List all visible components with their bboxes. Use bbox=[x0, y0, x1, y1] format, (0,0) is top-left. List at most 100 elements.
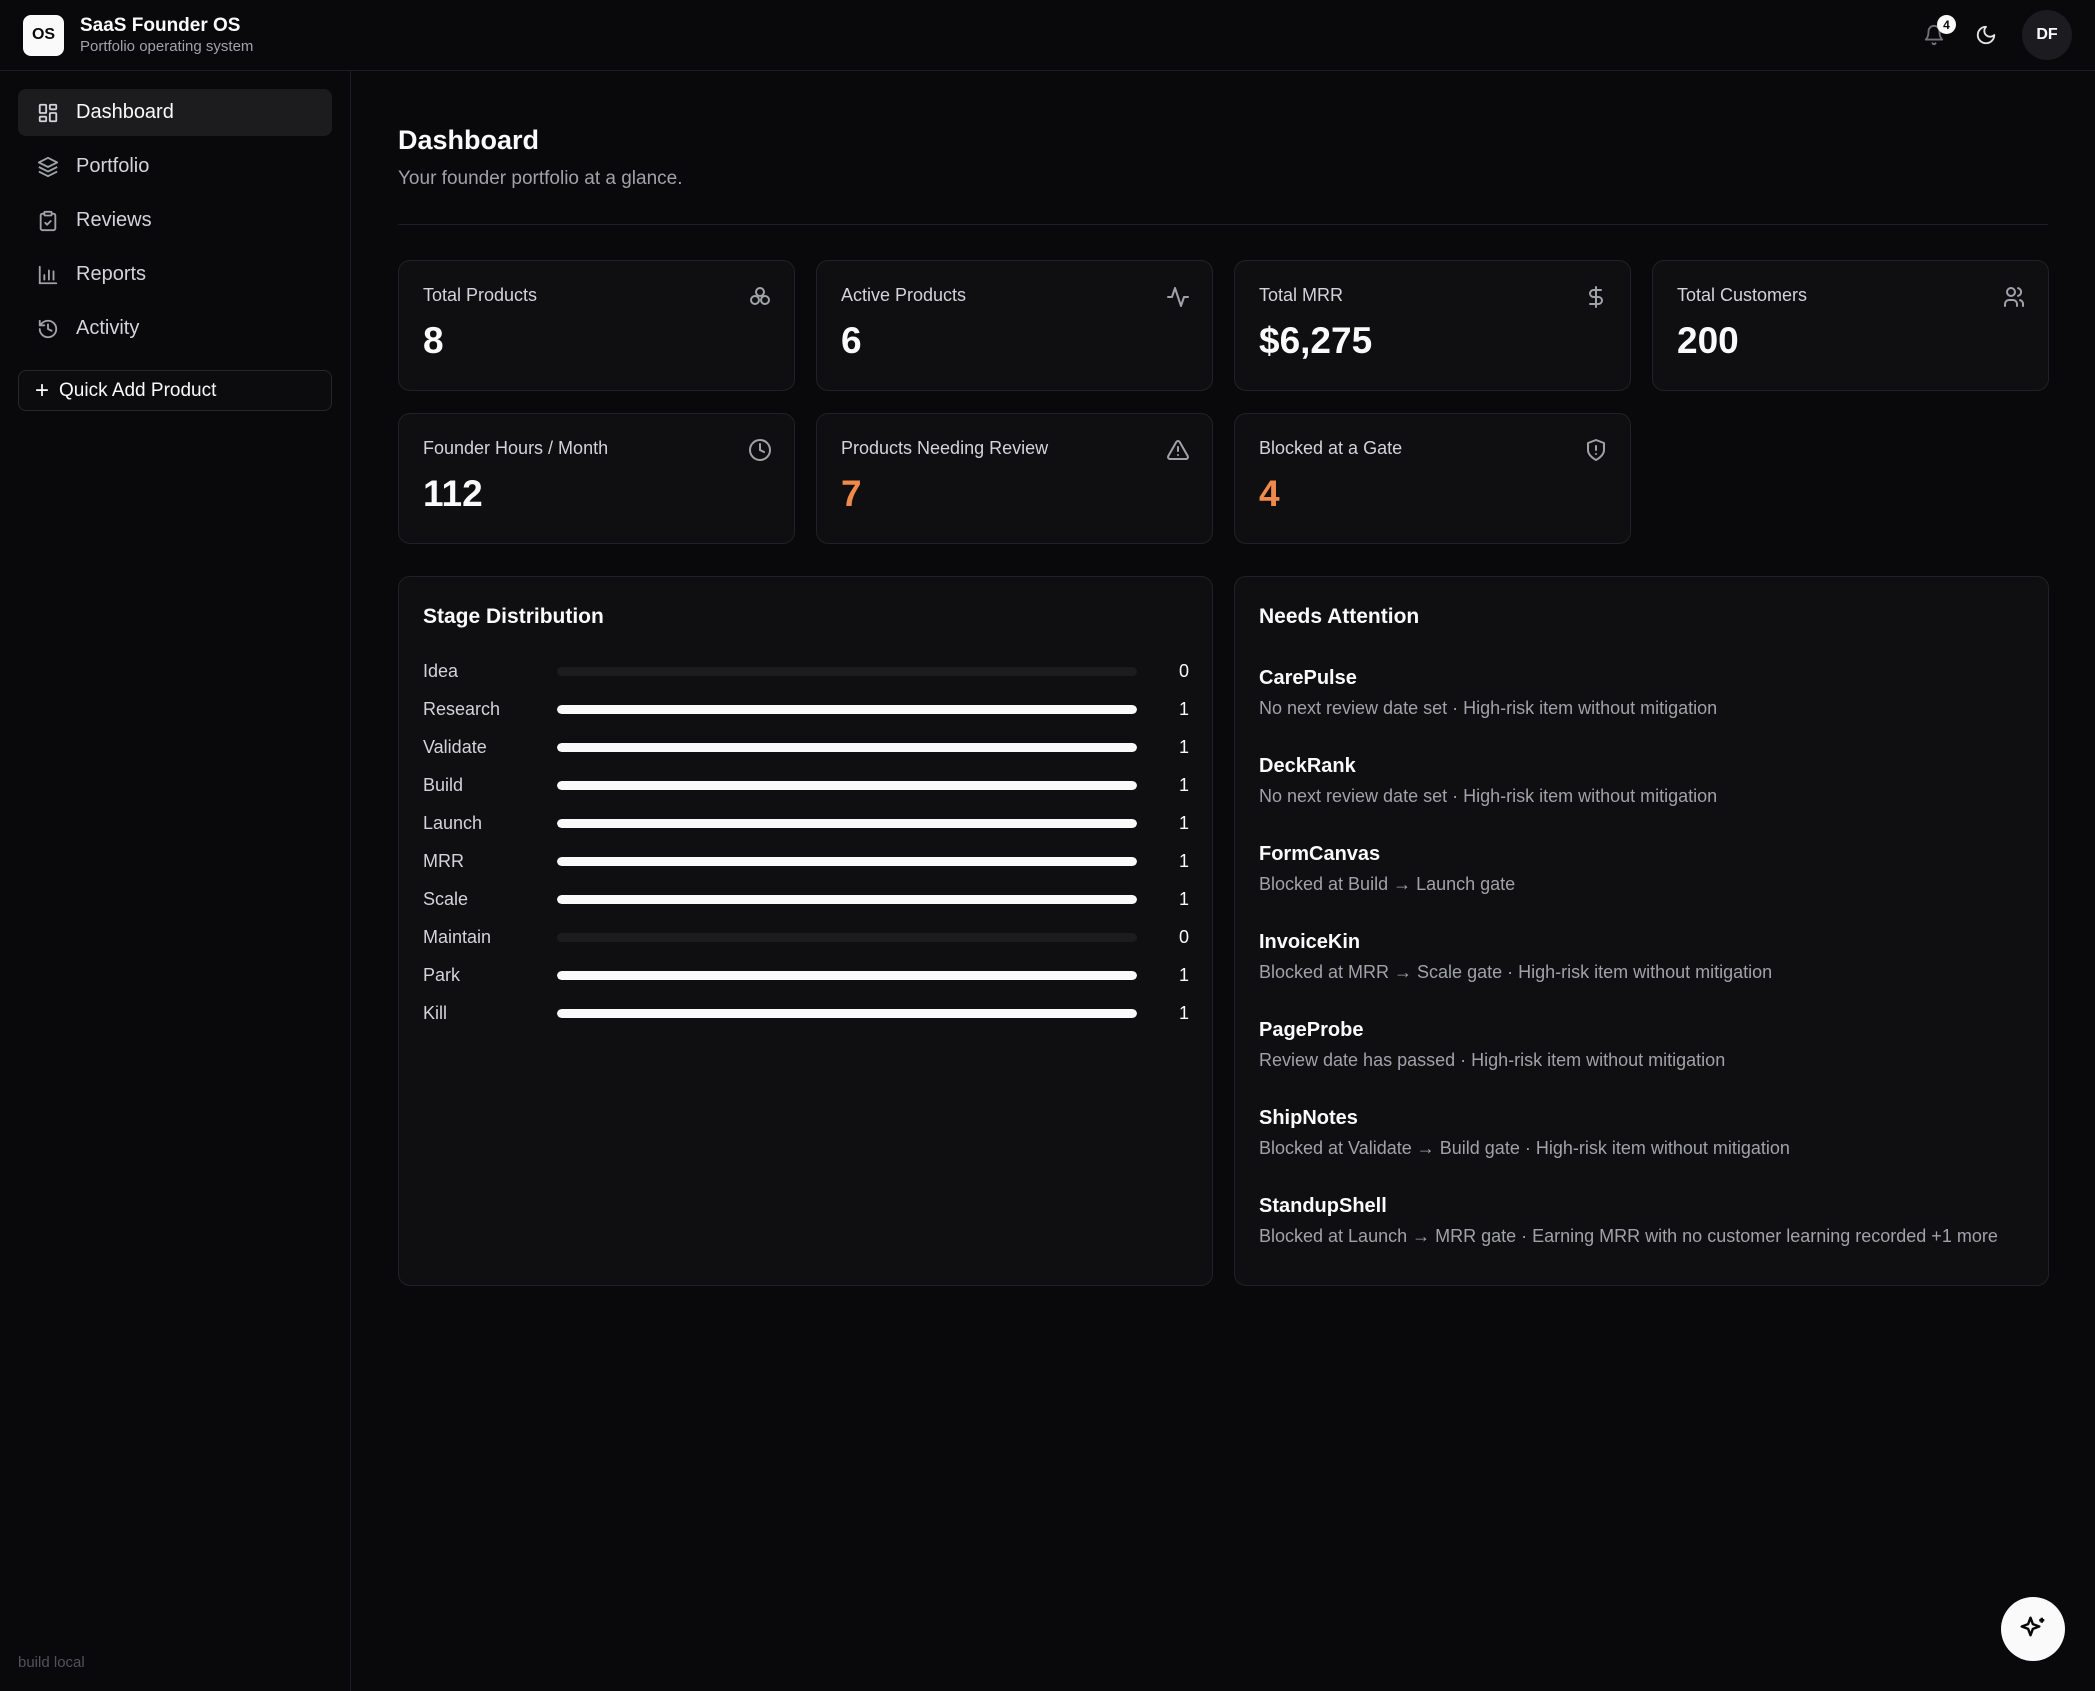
quick-add-product-button[interactable]: + Quick Add Product bbox=[18, 370, 332, 411]
stage-bar-track bbox=[557, 742, 1137, 752]
divider bbox=[398, 224, 2048, 225]
stage-bar-track bbox=[557, 932, 1137, 942]
app-title: SaaS Founder OS bbox=[80, 15, 241, 36]
app-subtitle: Portfolio operating system bbox=[80, 38, 254, 55]
sidebar-item-portfolio[interactable]: Portfolio bbox=[18, 143, 332, 190]
needs-attention-panel: Needs Attention CarePulse No next review … bbox=[1234, 576, 2049, 1286]
stage-distribution-panel: Stage Distribution Idea 0 Research 1 Validat… bbox=[398, 576, 1213, 1286]
stat-label: Active Products bbox=[841, 285, 967, 305]
stat-label: Total Customers bbox=[1677, 285, 1808, 305]
attention-item-description: Blocked at Build → Launch gate bbox=[1259, 874, 1516, 894]
stage-label: Park bbox=[423, 964, 461, 985]
stat-card-founder-hours: Founder Hours / Month 112 bbox=[398, 413, 795, 544]
attention-item[interactable]: ShipNotes Blocked at Validate → Build gat… bbox=[1259, 1105, 1790, 1159]
sidebar-item-label: Reviews bbox=[76, 209, 152, 231]
stat-label: Founder Hours / Month bbox=[423, 438, 609, 458]
stat-label: Total Products bbox=[423, 285, 538, 305]
stage-row: Scale 1 bbox=[423, 880, 1189, 918]
dashboard-icon bbox=[36, 101, 60, 125]
stage-count: 1 bbox=[1178, 888, 1189, 909]
notification-badge: 4 bbox=[1937, 15, 1956, 34]
stage-row: Park 1 bbox=[423, 956, 1189, 994]
stage-bar-fill bbox=[557, 894, 1137, 904]
stage-label: Validate bbox=[423, 736, 487, 757]
attention-item[interactable]: PageProbe Review date has passed · High-r… bbox=[1259, 1017, 1725, 1071]
sidebar-item-reports[interactable]: Reports bbox=[18, 251, 332, 298]
brand: SaaS Founder OS Portfolio operating syst… bbox=[80, 14, 253, 56]
user-avatar[interactable]: DF bbox=[2022, 10, 2072, 60]
stat-label: Total MRR bbox=[1259, 285, 1344, 305]
activity-icon bbox=[1167, 287, 1189, 307]
users-icon bbox=[2004, 287, 2025, 307]
attention-item-name: PageProbe bbox=[1259, 1019, 1364, 1041]
attention-item-description: Review date has passed · High-risk item … bbox=[1259, 1050, 1726, 1070]
notifications-button[interactable]: 4 bbox=[1918, 15, 1956, 51]
attention-item[interactable]: CarePulse No next review date set · High-… bbox=[1259, 665, 1717, 719]
stage-bar-track bbox=[557, 780, 1137, 790]
boxes-icon bbox=[750, 287, 770, 305]
top-bar: OS SaaS Founder OS Portfolio operating s… bbox=[0, 0, 2095, 71]
stage-count: 0 bbox=[1178, 660, 1189, 681]
top-actions: 4 DF bbox=[1918, 10, 2072, 60]
attention-item-description: Blocked at Launch → MRR gate · Earning M… bbox=[1259, 1226, 1998, 1246]
stage-count: 1 bbox=[1178, 1002, 1189, 1023]
stage-bar-fill bbox=[557, 780, 1137, 790]
alert-triangle-icon bbox=[1167, 440, 1189, 460]
attention-item[interactable]: FormCanvas Blocked at Build → Launch gate bbox=[1259, 841, 1515, 895]
stat-label: Products Needing Review bbox=[841, 438, 1049, 458]
stage-count: 1 bbox=[1178, 698, 1189, 719]
panel-title: Needs Attention bbox=[1259, 605, 1420, 628]
dollar-icon bbox=[1589, 286, 1603, 308]
stage-bar-fill bbox=[557, 704, 1137, 714]
stat-value: 112 bbox=[423, 473, 483, 514]
stage-label: Research bbox=[423, 698, 501, 719]
plus-icon: + bbox=[35, 376, 50, 404]
stage-count: 1 bbox=[1178, 850, 1189, 871]
stage-label: Build bbox=[423, 774, 464, 795]
sidebar-item-dashboard[interactable]: Dashboard bbox=[18, 89, 332, 136]
stage-row: MRR 1 bbox=[423, 842, 1189, 880]
attention-item-name: StandupShell bbox=[1259, 1195, 1387, 1217]
stage-label: Kill bbox=[423, 1002, 448, 1023]
stage-count: 1 bbox=[1178, 736, 1189, 757]
stat-value: 200 bbox=[1677, 320, 1739, 361]
stage-row: Build 1 bbox=[423, 766, 1189, 804]
attention-item[interactable]: DeckRank No next review date set · High-r… bbox=[1259, 753, 1717, 807]
stage-row: Kill 1 bbox=[423, 994, 1189, 1032]
stage-row: Research 1 bbox=[423, 690, 1189, 728]
sidebar-item-label: Portfolio bbox=[76, 155, 150, 177]
attention-item[interactable]: InvoiceKin Blocked at MRR → Scale gate · … bbox=[1259, 929, 1772, 983]
page-title: Dashboard bbox=[398, 125, 540, 155]
stage-label: Launch bbox=[423, 812, 483, 833]
sidebar-item-label: Dashboard bbox=[76, 101, 174, 123]
sidebar-item-reviews[interactable]: Reviews bbox=[18, 197, 332, 244]
theme-toggle-button[interactable] bbox=[1970, 19, 2002, 51]
stat-value: 4 bbox=[1259, 473, 1280, 514]
sidebar-item-label: Reports bbox=[76, 263, 147, 285]
stage-bar-track bbox=[557, 818, 1137, 828]
attention-item-description: Blocked at Validate → Build gate · High-… bbox=[1259, 1138, 1790, 1158]
attention-item-name: InvoiceKin bbox=[1259, 931, 1361, 953]
stat-card-active-products: Active Products 6 bbox=[816, 260, 1213, 391]
clipboard-check-icon bbox=[36, 209, 60, 233]
stat-card-blocked-at-gate: Blocked at a Gate 4 bbox=[1234, 413, 1631, 544]
stat-label: Blocked at a Gate bbox=[1259, 438, 1403, 458]
attention-item[interactable]: StandupShell Blocked at Launch → MRR gate… bbox=[1259, 1193, 1998, 1247]
sidebar-item-label: Activity bbox=[76, 317, 140, 339]
ai-assistant-button[interactable] bbox=[2001, 1597, 2065, 1661]
stage-bar-track bbox=[557, 704, 1137, 714]
attention-item-description: No next review date set · High-risk item… bbox=[1259, 698, 1718, 718]
stage-bar-fill bbox=[557, 970, 1137, 980]
stage-bar-track bbox=[557, 856, 1137, 866]
attention-item-name: CarePulse bbox=[1259, 667, 1357, 689]
stat-value: 7 bbox=[841, 473, 862, 514]
stage-bar-track bbox=[557, 666, 1137, 676]
app-logo[interactable]: OS bbox=[23, 14, 64, 56]
bar-chart-icon bbox=[36, 263, 60, 287]
stage-label: MRR bbox=[423, 850, 464, 871]
sidebar: Dashboard Portfolio Reviews Reports Acti… bbox=[0, 71, 351, 1691]
stage-label: Idea bbox=[423, 660, 459, 681]
stage-bar-track bbox=[557, 894, 1137, 904]
stage-row: Maintain 0 bbox=[423, 918, 1189, 956]
sidebar-item-activity[interactable]: Activity bbox=[18, 305, 332, 352]
